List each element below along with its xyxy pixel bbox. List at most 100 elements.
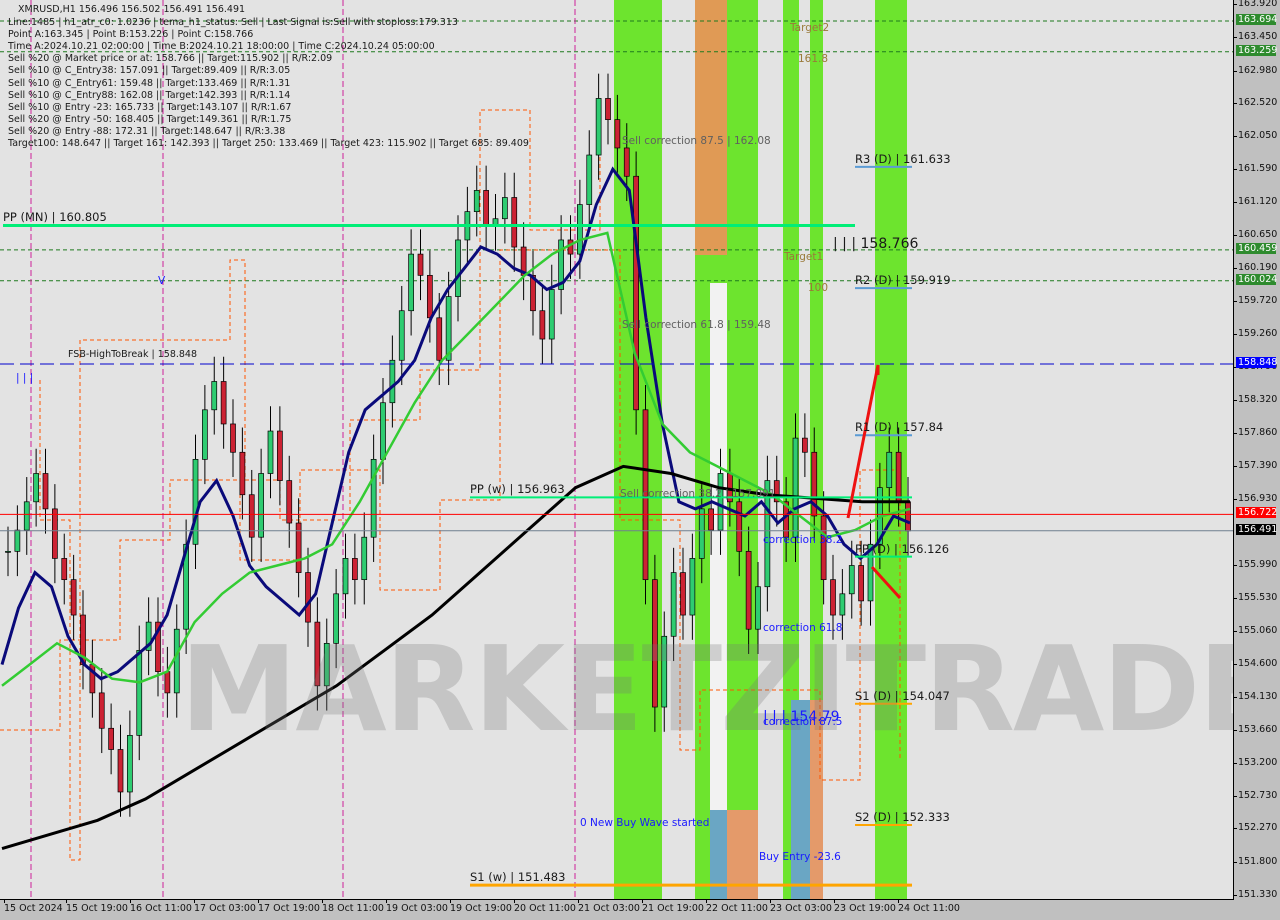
price-tick: 160.650 bbox=[1232, 229, 1278, 241]
chart-annotation: V bbox=[158, 275, 166, 287]
info-line: Sell %10 @ C_Entry38: 157.091 || Target:… bbox=[8, 65, 291, 77]
candle-body bbox=[858, 565, 864, 602]
info-line: Time A:2024.10.21 02:00:00 | Time B:2024… bbox=[8, 41, 435, 53]
candle-body bbox=[577, 204, 583, 255]
candle-body bbox=[5, 550, 11, 553]
candle-body bbox=[127, 735, 133, 793]
time-tick: 17 Oct 19:00 bbox=[258, 899, 320, 914]
chart-annotation: 0 New Buy Wave started bbox=[580, 817, 710, 829]
candle-body bbox=[839, 593, 846, 616]
zigzag-line bbox=[846, 364, 880, 519]
candle-body bbox=[886, 451, 893, 489]
candle-body bbox=[117, 749, 124, 793]
chart-annotation: Sell correction 61.8 | 159.48 bbox=[622, 319, 771, 331]
candle-body bbox=[473, 190, 480, 212]
level-label: PP (w) | 156.963 bbox=[470, 482, 565, 497]
time-tick: 23 Oct 03:00 bbox=[770, 899, 832, 914]
chart-area[interactable]: MARKETZITRADE XMRUSD,H1 156.496 156.502 … bbox=[0, 0, 1234, 900]
candle-body bbox=[708, 508, 714, 531]
candle-body bbox=[717, 473, 724, 531]
price-tick: 163.450 bbox=[1232, 31, 1278, 43]
candle-body bbox=[586, 154, 593, 205]
candle-body bbox=[548, 289, 555, 340]
time-tick: 18 Oct 11:00 bbox=[322, 899, 384, 914]
candle-body bbox=[483, 190, 489, 227]
chart-annotation: | | | bbox=[16, 372, 34, 384]
candle-body bbox=[42, 473, 49, 510]
price-badge: 156.722 bbox=[1236, 507, 1278, 519]
price-badge: 158.848 bbox=[1236, 356, 1278, 368]
candle-body bbox=[802, 437, 808, 453]
level-label: R3 (D) | 161.633 bbox=[855, 151, 951, 166]
chart-annotation: Sell correction 87.5 | 162.08 bbox=[622, 135, 771, 147]
candle-body bbox=[286, 480, 293, 524]
candle-body bbox=[211, 381, 218, 411]
candle-body bbox=[605, 98, 611, 120]
price-tick: 155.530 bbox=[1232, 591, 1278, 603]
candle-body bbox=[108, 727, 114, 750]
chart-annotation: correction 87.5 bbox=[763, 716, 843, 728]
price-tick: 154.600 bbox=[1232, 657, 1278, 669]
candle-body bbox=[539, 310, 546, 340]
price-badge: 156.491 bbox=[1236, 523, 1278, 535]
level-label: R1 (D) | 157.84 bbox=[855, 420, 944, 435]
watermark: MARKETZITRADE bbox=[180, 620, 1234, 758]
chart-annotation: 100 bbox=[808, 282, 829, 294]
candle-body bbox=[239, 451, 246, 496]
zone-bar-orange bbox=[695, 0, 727, 255]
time-tick: 15 Oct 2024 bbox=[4, 899, 63, 914]
candle-body bbox=[352, 558, 358, 581]
chart-annotation: Target2 bbox=[790, 22, 830, 34]
candle-body bbox=[848, 565, 855, 595]
level-label: PP (MN) | 160.805 bbox=[3, 210, 107, 225]
time-tick: 22 Oct 11:00 bbox=[706, 899, 768, 914]
candle-body bbox=[389, 359, 396, 404]
candle-body bbox=[61, 558, 68, 581]
level-label: FSB-HighToBreak | 158.848 bbox=[68, 348, 198, 360]
price-tick: 158.320 bbox=[1232, 394, 1278, 406]
info-line: Sell %20 @ Entry -88: 172.31 || Target:1… bbox=[8, 125, 286, 137]
price-tick: 162.050 bbox=[1232, 130, 1278, 142]
candle-body bbox=[361, 536, 368, 581]
chart-annotation: Target1 bbox=[784, 251, 824, 263]
chart-annotation: Buy Entry -23.6 bbox=[759, 851, 841, 863]
time-tick: 21 Oct 03:00 bbox=[578, 899, 640, 914]
info-line: Sell %10 @ Entry -23: 165.733 || Target:… bbox=[8, 101, 292, 113]
candle-body bbox=[33, 473, 39, 503]
price-tick: 153.660 bbox=[1232, 724, 1278, 736]
chart-annotation: Sell correction 38.2 | 157.091 bbox=[620, 488, 776, 500]
symbol-ohlc-line: XMRUSD,H1 156.496 156.502 156.491 156.49… bbox=[18, 4, 246, 15]
zone-bar bbox=[875, 0, 907, 899]
candle-body bbox=[14, 529, 21, 552]
candle-body bbox=[136, 650, 143, 736]
price-tick: 155.060 bbox=[1232, 625, 1278, 637]
chart-annotation: | | | 158.766 bbox=[833, 236, 919, 252]
level-label: S1 (w) | 151.483 bbox=[470, 870, 566, 885]
candle-body bbox=[342, 558, 349, 595]
info-line: Sell %10 @ C_Entry61: 159.48 || Target:1… bbox=[8, 77, 291, 89]
price-tick: 151.330 bbox=[1232, 889, 1278, 900]
candle-body bbox=[380, 402, 386, 460]
price-tick: 152.730 bbox=[1232, 789, 1278, 801]
candle-body bbox=[792, 437, 799, 538]
price-tick: 157.860 bbox=[1232, 426, 1278, 438]
price-tick: 157.390 bbox=[1232, 460, 1278, 472]
candle-body bbox=[689, 558, 696, 616]
candle-body bbox=[173, 628, 180, 694]
time-tick: 20 Oct 11:00 bbox=[514, 899, 576, 914]
candle-body bbox=[830, 579, 836, 616]
price-tick: 156.930 bbox=[1232, 492, 1278, 504]
time-tick: 19 Oct 03:00 bbox=[386, 899, 448, 914]
time-axis[interactable]: 15 Oct 2024 15 Oct 19:00 16 Oct 11:00 17 Oc… bbox=[0, 899, 1280, 920]
level-label: S2 (D) | 152.333 bbox=[855, 810, 950, 825]
price-tick: 160.190 bbox=[1232, 261, 1278, 273]
level-label: PP (D) | 156.126 bbox=[855, 541, 950, 556]
info-line: Line:1485 | h1_atr_c0: 1.0236 | tema_h1_… bbox=[8, 17, 458, 28]
candle-body bbox=[595, 98, 602, 156]
candle-body bbox=[230, 423, 236, 453]
candle-body bbox=[511, 197, 518, 248]
level-label: S1 (D) | 154.047 bbox=[855, 688, 950, 703]
price-axis[interactable]: 163.920 163.450 162.980 162.520 162.050 161.5… bbox=[1232, 0, 1280, 900]
candle-body bbox=[698, 508, 705, 559]
price-badge: 163.259 bbox=[1236, 44, 1278, 56]
